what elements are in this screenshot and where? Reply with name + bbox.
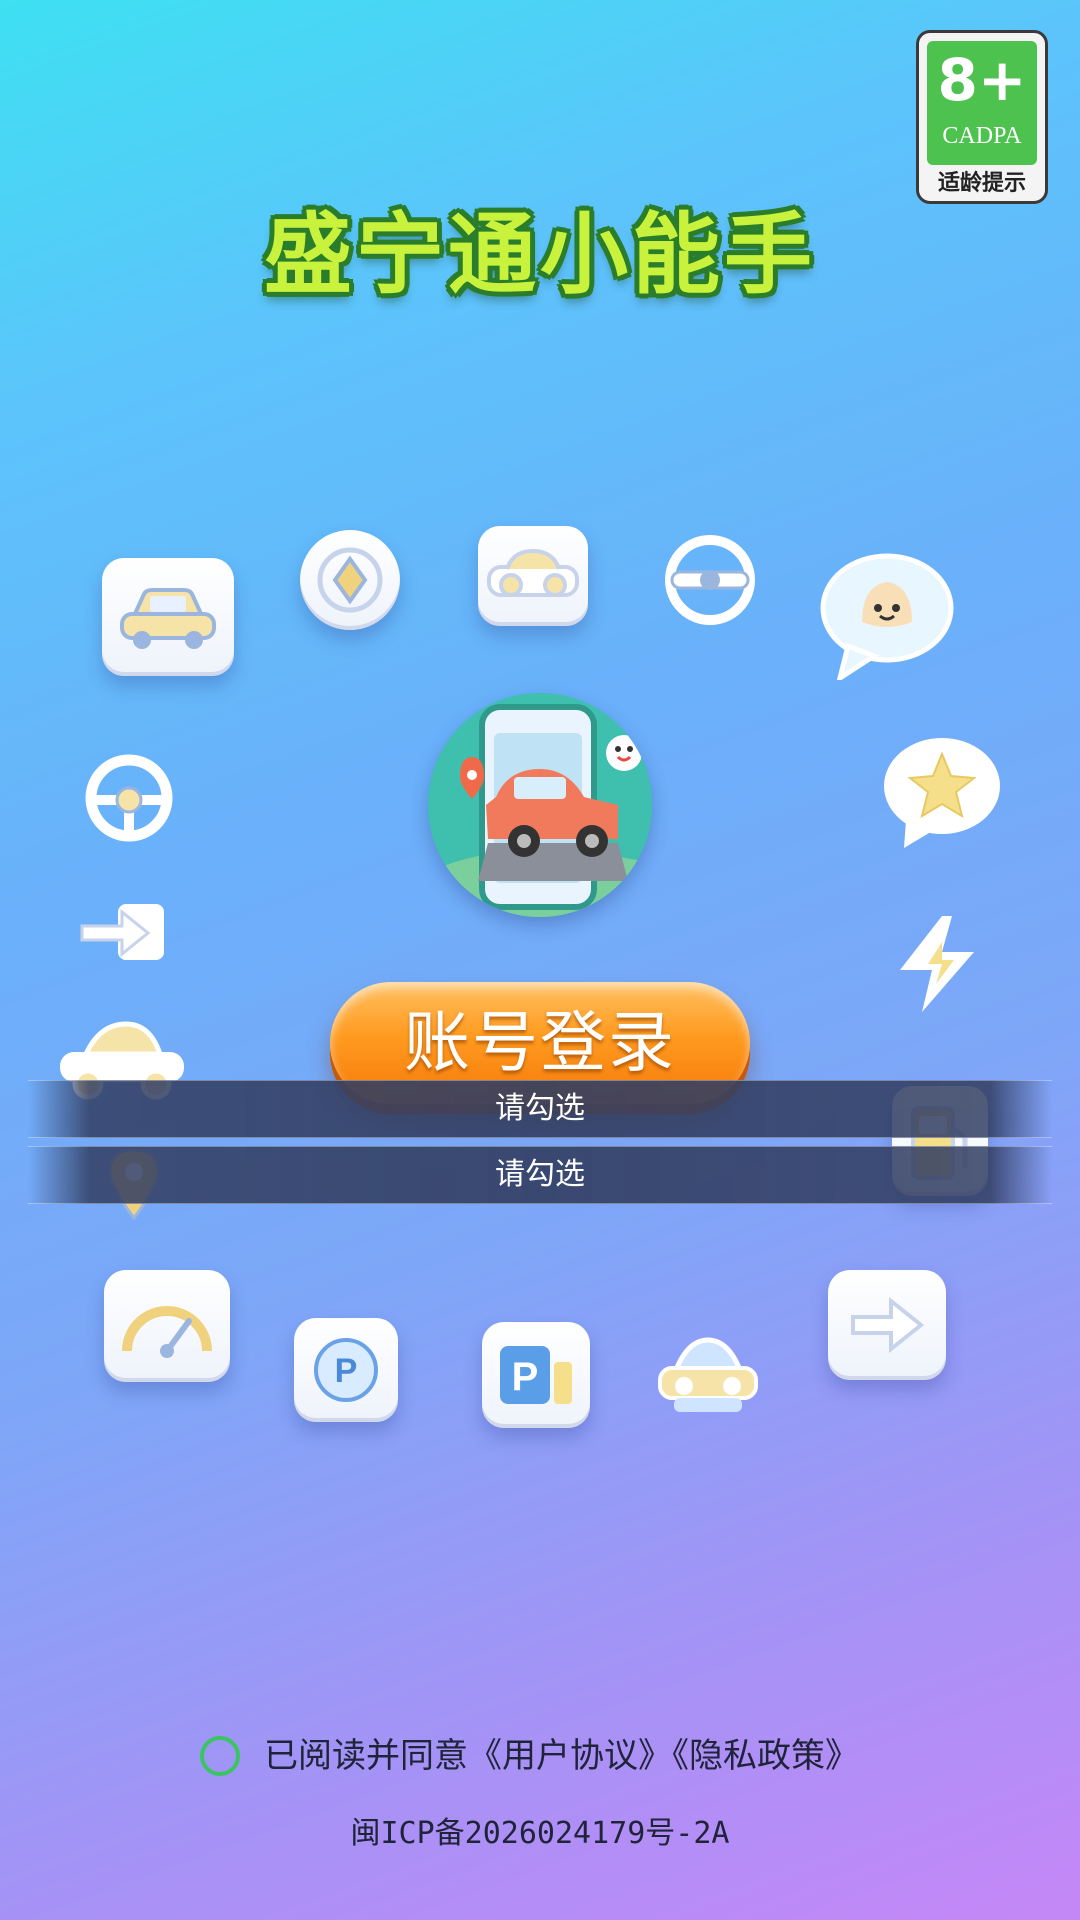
toast-message: 请勾选 (28, 1146, 1052, 1204)
phone-car-logo (428, 693, 652, 917)
lightning-icon (892, 912, 982, 1016)
chat-face-icon (818, 550, 956, 684)
age-rating-org: CADPA (942, 123, 1022, 149)
agreement-row: 已阅读并同意《用户协议》《隐私政策》 (200, 1732, 859, 1780)
login-button-label: 账号登录 (404, 1004, 676, 1081)
app-title: 盛宁通小能手 (263, 203, 816, 306)
agreement-checkbox[interactable] (200, 1736, 240, 1776)
car-icon (102, 558, 234, 676)
arrow-right-icon (78, 900, 168, 966)
toast-message: 请勾选 (28, 1080, 1052, 1138)
icp-license-text: 闽ICP备2026024179号-2A (350, 1816, 730, 1851)
steering-wheel-icon (658, 532, 762, 628)
age-rating-badge: 8+ CADPA 适龄提示 (916, 30, 1048, 204)
car-front-icon (478, 526, 588, 626)
age-rating-hint: 适龄提示 (937, 171, 1026, 196)
arrow-right-icon (828, 1270, 946, 1380)
svg-text:P: P (335, 1352, 358, 1390)
parking-icon: P (294, 1318, 398, 1422)
speedometer-icon (104, 1270, 230, 1382)
car-icon (654, 1326, 762, 1422)
login-screen: 8+ CADPA 适龄提示 盛宁通小能手 P P 账号登录 请勾选 请勾选 已阅… (0, 0, 1080, 1920)
svg-text:P: P (512, 1355, 539, 1399)
steering-wheel-icon (72, 750, 186, 846)
parking-fuel-icon: P (482, 1322, 590, 1428)
shield-badge-icon (300, 530, 400, 630)
agreement-text[interactable]: 已阅读并同意《用户协议》《隐私政策》 (264, 1732, 859, 1780)
chat-star-icon (876, 732, 1004, 850)
age-rating-label: 8+ (937, 46, 1027, 114)
